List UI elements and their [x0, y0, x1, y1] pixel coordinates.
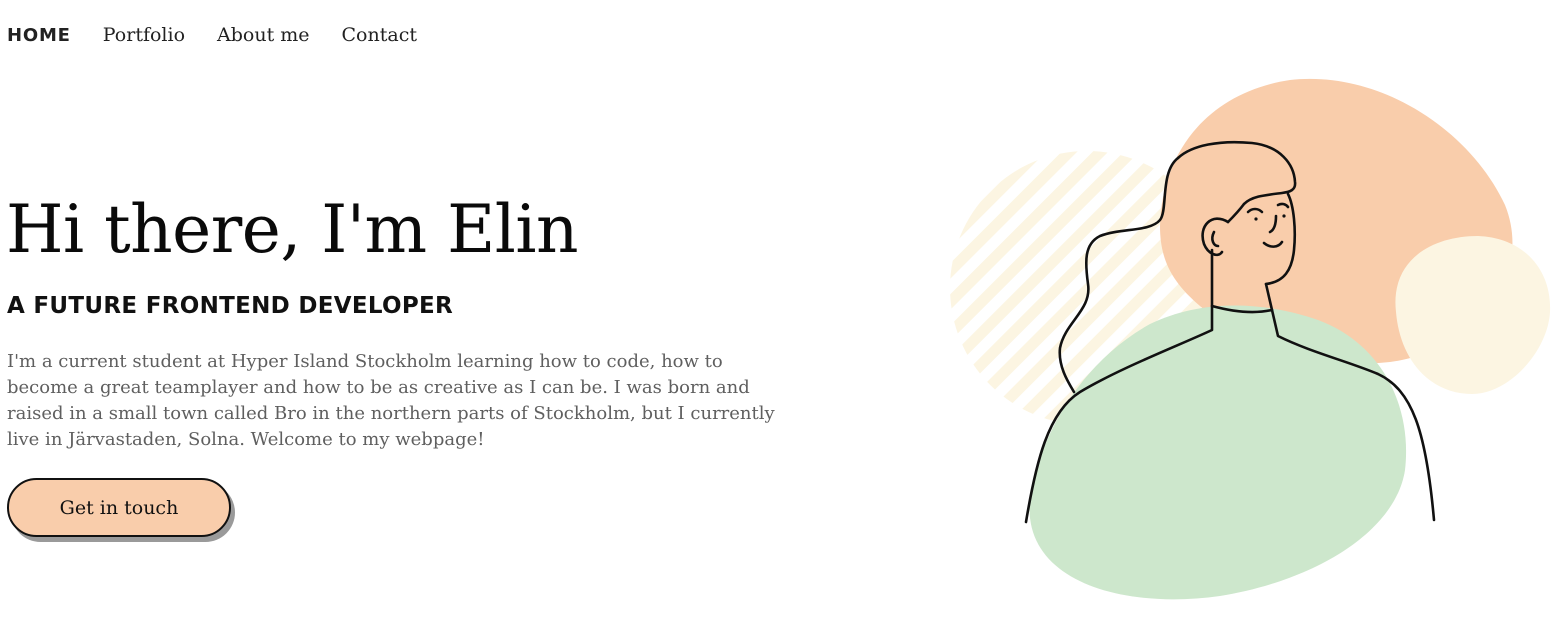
- woman-portrait-illustration: [950, 78, 1551, 600]
- nav-portfolio-link[interactable]: Portfolio: [103, 24, 185, 46]
- hero-title: Hi there, I'm Elin: [6, 191, 578, 268]
- get-in-touch-button[interactable]: Get in touch: [7, 478, 231, 537]
- hero-description: I'm a current student at Hyper Island St…: [7, 351, 775, 450]
- hero-subtitle: A FUTURE FRONTEND DEVELOPER: [7, 293, 454, 319]
- nav-contact-link[interactable]: Contact: [342, 24, 417, 46]
- cream-circle-shape: [1395, 236, 1551, 394]
- nav-home-link[interactable]: HOME: [7, 25, 71, 46]
- main-nav: HOME Portfolio About me Contact: [7, 24, 449, 46]
- nav-about-link[interactable]: About me: [217, 24, 310, 46]
